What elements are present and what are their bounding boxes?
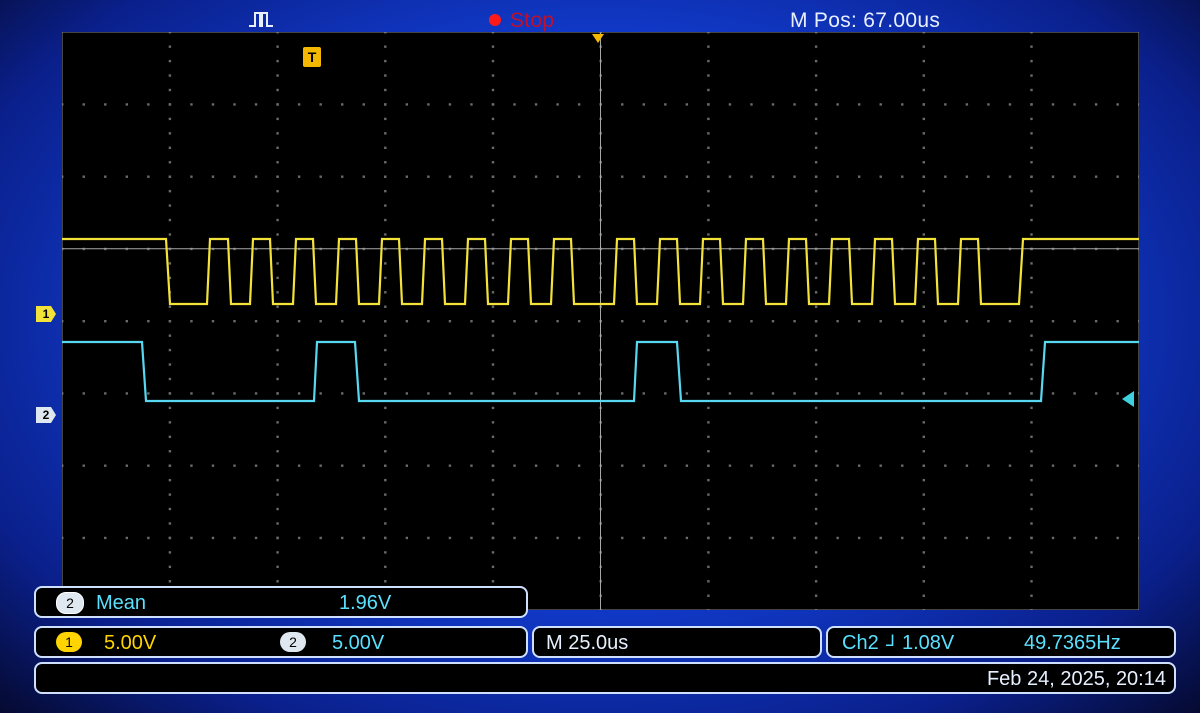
measurement-channel-badge: 2 [56,592,84,614]
trigger-level-marker[interactable] [1122,391,1134,407]
trigger-frequency: 49.7365Hz [1024,632,1121,654]
oscilloscope-screen: Stop M Pos: 67.00us T 1 2 2 Mean 1.96V 1… [0,0,1200,713]
graticule [62,32,1139,610]
pulse-icon [249,12,273,27]
ch2-scale: 5.00V [332,632,385,654]
trigger-source: Ch2 [842,632,879,654]
measurement-label: Mean [96,592,147,614]
timebase-readout: M 25.0us [546,632,629,654]
ch2-ground-marker[interactable]: 2 [36,407,56,423]
timebase-panel[interactable]: M 25.0us [532,626,822,658]
vertical-scale-panel[interactable]: 1 5.00V 2 5.00V [34,626,528,658]
measurement-panel[interactable]: 2 Mean 1.96V [34,586,528,618]
horizontal-position-readout: M Pos: 67.00us [790,9,941,32]
ch2-badge: 2 [280,632,306,652]
trigger-level: 1.08V [902,632,955,654]
ch1-scale: 5.00V [104,632,157,654]
run-status-dot [489,14,501,26]
trigger-panel[interactable]: Ch2 ⅃ 1.08V 49.7365Hz [826,626,1176,658]
run-status-label: Stop [510,9,555,32]
trigger-position-marker[interactable] [592,34,604,43]
top-status-bar: Stop M Pos: 67.00us [0,0,1200,34]
ch1-badge: 1 [56,632,82,652]
measurement-value: 1.96V [339,592,392,614]
date-time-bar: Feb 24, 2025, 20:14 [34,662,1176,694]
trigger-t-icon: T [303,47,321,67]
rising-edge-icon: ⅃ [886,633,895,650]
ch1-ground-marker[interactable]: 1 [36,306,56,322]
waveform-display [62,32,1139,610]
date-time: Feb 24, 2025, 20:14 [986,668,1166,690]
